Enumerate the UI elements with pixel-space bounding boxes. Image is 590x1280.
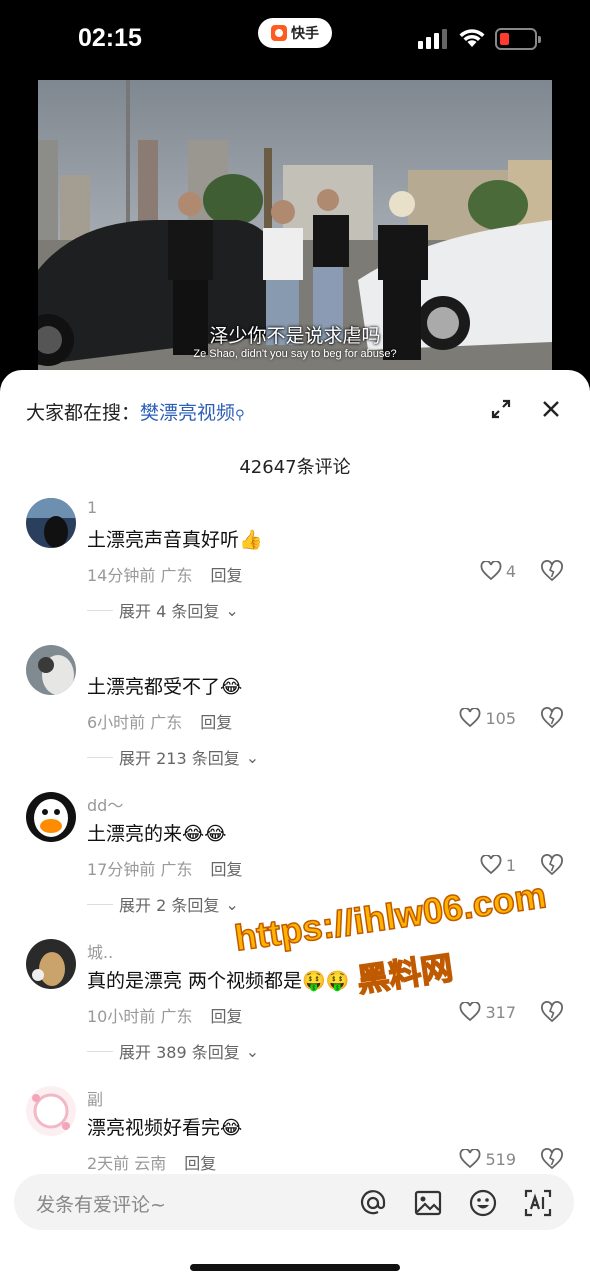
comment-meta: 10小时前 广东 回复 (87, 1003, 243, 1027)
like-button[interactable]: 317 (459, 1002, 516, 1022)
emoji-icon[interactable] (468, 1188, 498, 1218)
comment-input-bar[interactable]: 发条有爱评论~ (14, 1174, 574, 1230)
comment-item: 城.. 真的是漂亮 两个视频都是🤑🤑 10小时前 广东 回复 317 展开 389… (0, 939, 590, 1085)
broken-heart-icon[interactable] (540, 707, 564, 729)
comment-meta: 2天前 云南 回复 (87, 1150, 216, 1174)
comment-author[interactable]: dd～ (87, 792, 123, 816)
comment-meta: 14分钟前 广东 回复 (87, 562, 243, 586)
expand-replies-button[interactable]: 展开 213 条回复 ⌄ (87, 745, 259, 769)
expand-replies-button[interactable]: 展开 389 条回复 ⌄ (87, 1039, 259, 1063)
comment-text: 漂亮视频好看完😂 (87, 1117, 243, 1139)
comment-input[interactable]: 发条有爱评论~ (36, 1190, 166, 1217)
comment-author[interactable]: 城.. (87, 939, 113, 963)
like-button[interactable]: 105 (459, 708, 516, 728)
heart-icon (460, 708, 481, 728)
expand-replies-label: 展开 389 条回复 (119, 1043, 240, 1062)
broken-heart-icon[interactable] (540, 854, 564, 876)
comment-count: 42647条评论 (239, 457, 351, 478)
expand-replies-button[interactable]: 展开 4 条回复 ⌄ (87, 598, 239, 622)
comment-author[interactable]: 副 (87, 1086, 103, 1110)
comment-time: 17分钟前 (87, 860, 156, 879)
comment-region: 云南 (134, 1154, 167, 1173)
comment-meta: 6小时前 广东 回复 (87, 709, 232, 733)
reply-button[interactable]: 回复 (210, 566, 242, 585)
fullscreen-icon[interactable] (490, 398, 512, 420)
comment-item: 土漂亮都受不了😂 6小时前 广东 回复 105 展开 213 条回复 ⌄ (0, 645, 590, 791)
expand-replies-label: 展开 2 条回复 (119, 896, 220, 915)
battery-level (500, 33, 509, 45)
reply-button[interactable]: 回复 (200, 713, 232, 732)
heart-icon (460, 1002, 481, 1022)
comment-item: 1 土漂亮声音真好听👍 14分钟前 广东 回复 4 展开 4 条回复 ⌄ (0, 498, 590, 644)
comment-author[interactable]: 1 (87, 498, 97, 517)
chevron-down-icon: ⌄ (245, 1041, 260, 1061)
comment-sheet: 大家都在搜：樊漂亮视频⚲ 42647条评论 1 土漂亮声音真好听👍 14分钟前 … (0, 370, 590, 1280)
like-count: 105 (485, 708, 516, 728)
home-indicator[interactable] (190, 1264, 400, 1271)
comment-region: 广东 (160, 860, 193, 879)
avatar[interactable] (26, 939, 76, 989)
reply-button[interactable]: 回复 (210, 1007, 242, 1026)
expand-replies-label: 展开 213 条回复 (119, 749, 240, 768)
image-icon[interactable] (413, 1188, 443, 1218)
trending-search-term[interactable]: 樊漂亮视频 (140, 402, 235, 424)
chevron-down-icon: ⌄ (225, 600, 239, 620)
comment-meta: 17分钟前 广东 回复 (87, 856, 243, 880)
trending-search-row[interactable]: 大家都在搜：樊漂亮视频⚲ (26, 398, 245, 425)
comment-time: 2天前 (87, 1154, 130, 1173)
cellular-signal-icon (418, 29, 448, 49)
kuaishou-app-pill[interactable]: 快手 (258, 18, 332, 48)
reply-button[interactable]: 回复 (184, 1154, 216, 1173)
like-count: 519 (485, 1149, 516, 1169)
comment-time: 6小时前 (87, 713, 146, 732)
close-icon[interactable] (540, 398, 562, 420)
like-button[interactable]: 1 (480, 855, 516, 875)
avatar[interactable] (26, 792, 76, 842)
comment-text: 土漂亮都受不了😂 (87, 676, 243, 698)
like-count: 317 (485, 1002, 516, 1022)
expand-replies-label: 展开 4 条回复 (119, 602, 220, 621)
status-time: 02:15 (78, 24, 142, 52)
heart-icon (480, 561, 502, 581)
like-count: 4 (505, 561, 516, 581)
avatar[interactable] (26, 1086, 76, 1136)
comment-text: 土漂亮的来😂😂 (87, 823, 227, 845)
trending-search-prefix: 大家都在搜： (26, 402, 141, 424)
search-icon: ⚲ (235, 408, 245, 423)
comment-region: 广东 (160, 1007, 193, 1026)
expand-replies-button[interactable]: 展开 2 条回复 ⌄ (87, 892, 239, 916)
heart-icon (480, 855, 502, 875)
chevron-down-icon: ⌄ (225, 894, 239, 914)
broken-heart-icon[interactable] (540, 1148, 564, 1170)
comment-time: 10小时前 (87, 1007, 156, 1026)
video-subtitle-chinese: 泽少你不是说求虐吗 (209, 325, 381, 347)
avatar[interactable] (26, 498, 76, 548)
like-count: 1 (505, 855, 516, 875)
like-button[interactable]: 519 (459, 1149, 516, 1169)
reply-button[interactable]: 回复 (210, 860, 242, 879)
kuaishou-logo-icon (271, 25, 287, 41)
battery-icon (495, 28, 541, 50)
comment-time: 14分钟前 (87, 566, 156, 585)
broken-heart-icon[interactable] (540, 1001, 564, 1023)
video-player[interactable]: 泽少你不是说求虐吗 Ze Shao, didn't you say to beg… (38, 80, 552, 372)
wifi-icon (459, 29, 485, 47)
mention-icon[interactable] (358, 1188, 388, 1218)
video-subtitle-english: Ze Shao, didn't you say to beg for abuse… (193, 348, 397, 360)
like-button[interactable]: 4 (480, 561, 516, 581)
kuaishou-label: 快手 (291, 26, 319, 42)
comment-text: 土漂亮声音真好听👍 (87, 529, 263, 551)
chevron-down-icon: ⌄ (245, 747, 260, 767)
avatar[interactable] (26, 645, 76, 695)
status-bar: 02:15 快手 (0, 0, 590, 80)
broken-heart-icon[interactable] (540, 560, 564, 582)
comment-region: 广东 (160, 566, 193, 585)
comment-region: 广东 (150, 713, 183, 732)
comment-text: 真的是漂亮 两个视频都是🤑🤑 (87, 970, 350, 992)
ai-assistant-icon[interactable] (523, 1188, 553, 1218)
heart-icon (460, 1149, 481, 1169)
